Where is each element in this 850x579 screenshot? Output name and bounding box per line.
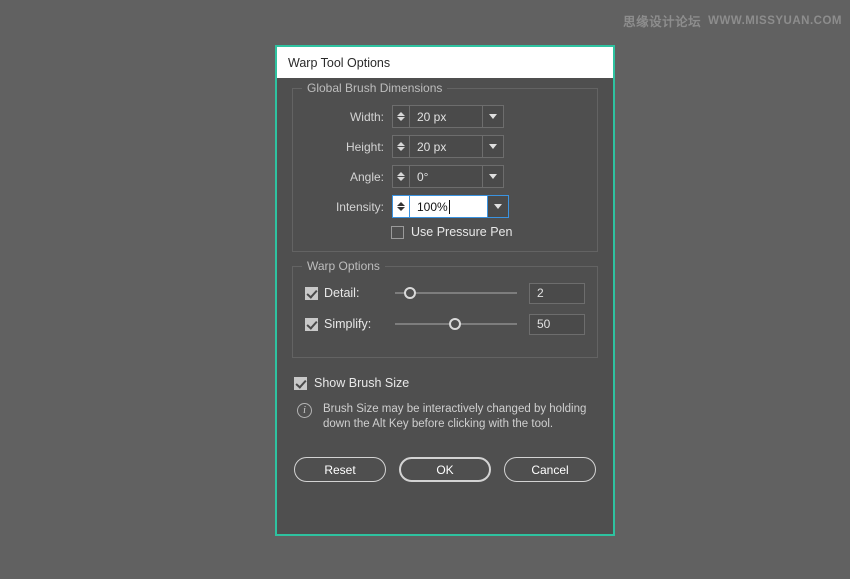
label-angle: Angle:: [349, 169, 384, 184]
checkbox-row-detail[interactable]: Detail:: [305, 286, 393, 300]
chevron-down-icon[interactable]: [489, 114, 497, 119]
checkbox-row-use-pressure-pen[interactable]: Use Pressure Pen: [391, 225, 585, 239]
ok-button[interactable]: OK: [399, 457, 491, 482]
spinner-height[interactable]: [392, 135, 409, 158]
input-height[interactable]: 20 px: [409, 135, 482, 158]
spinner-intensity[interactable]: [392, 195, 409, 218]
cancel-button[interactable]: Cancel: [504, 457, 596, 482]
info-icon: i: [297, 403, 312, 418]
chevron-down-icon[interactable]: [397, 177, 405, 181]
combo-intensity[interactable]: 100%: [392, 195, 509, 218]
checkbox-row-show-brush-size[interactable]: Show Brush Size: [294, 376, 596, 390]
input-width[interactable]: 20 px: [409, 105, 482, 128]
group-title-warp: Warp Options: [302, 259, 385, 273]
slider-detail[interactable]: [395, 284, 517, 302]
input-simplify-value[interactable]: 50: [529, 313, 585, 335]
group-title-brush: Global Brush Dimensions: [302, 81, 448, 95]
checkbox-row-simplify[interactable]: Simplify:: [305, 317, 393, 331]
checkbox-show-brush-size[interactable]: [294, 376, 307, 390]
slider-thumb-simplify[interactable]: [448, 318, 461, 330]
chevron-down-icon[interactable]: [489, 144, 497, 149]
checkbox-use-pressure-pen[interactable]: [391, 225, 404, 239]
field-row-height: Height: 20 px: [305, 135, 585, 158]
chevron-down-icon[interactable]: [494, 204, 502, 209]
dialog-button-bar: Reset OK Cancel: [292, 457, 598, 482]
info-message: i Brush Size may be interactively change…: [294, 402, 596, 432]
input-intensity[interactable]: 100%: [409, 195, 487, 218]
combo-angle[interactable]: 0°: [392, 165, 504, 188]
label-intensity: Intensity:: [335, 199, 384, 214]
section-show-brush-size: Show Brush Size i Brush Size may be inte…: [292, 372, 598, 432]
chevron-down-icon[interactable]: [397, 117, 405, 121]
spinner-width[interactable]: [392, 105, 409, 128]
label-simplify: Simplify:: [324, 317, 372, 331]
checkbox-simplify[interactable]: [305, 317, 318, 331]
watermark-chinese: 思缘设计论坛: [623, 15, 702, 29]
slider-thumb-detail[interactable]: [403, 287, 416, 299]
slider-row-simplify: Simplify: 50: [305, 313, 585, 335]
text-cursor: [448, 199, 450, 214]
watermark: 思缘设计论坛 WWW.MISSYUAN.COM: [623, 11, 842, 30]
dropdown-angle[interactable]: [482, 165, 504, 188]
chevron-up-icon[interactable]: [397, 172, 405, 176]
field-row-angle: Angle: 0°: [305, 165, 585, 188]
checkbox-detail[interactable]: [305, 286, 318, 300]
dialog-title: Warp Tool Options: [288, 55, 391, 70]
dialog-body: Global Brush Dimensions Width: 20 px Hei…: [277, 78, 613, 534]
label-show-brush-size: Show Brush Size: [314, 376, 410, 390]
label-height: Height:: [345, 139, 384, 154]
chevron-up-icon[interactable]: [397, 202, 405, 206]
label-use-pressure-pen: Use Pressure Pen: [411, 225, 513, 239]
group-global-brush-dimensions: Global Brush Dimensions Width: 20 px Hei…: [292, 81, 598, 252]
combo-height[interactable]: 20 px: [392, 135, 504, 158]
combo-width[interactable]: 20 px: [392, 105, 504, 128]
dialog-titlebar: Warp Tool Options: [277, 47, 613, 78]
chevron-up-icon[interactable]: [397, 142, 405, 146]
dropdown-width[interactable]: [482, 105, 504, 128]
slider-simplify[interactable]: [395, 315, 517, 333]
chevron-down-icon[interactable]: [489, 174, 497, 179]
input-angle[interactable]: 0°: [409, 165, 482, 188]
slider-row-detail: Detail: 2: [305, 282, 585, 304]
chevron-down-icon[interactable]: [397, 207, 405, 211]
dropdown-intensity[interactable]: [487, 195, 509, 218]
spinner-angle[interactable]: [392, 165, 409, 188]
watermark-url: WWW.MISSYUAN.COM: [708, 14, 842, 27]
field-row-width: Width: 20 px: [305, 105, 585, 128]
info-message-text: Brush Size may be interactively changed …: [323, 403, 587, 430]
warp-tool-options-dialog: Warp Tool Options Global Brush Dimension…: [275, 45, 615, 536]
reset-button[interactable]: Reset: [294, 457, 386, 482]
input-detail-value[interactable]: 2: [529, 282, 585, 304]
chevron-down-icon[interactable]: [397, 147, 405, 151]
label-width: Width:: [349, 109, 384, 124]
field-row-intensity: Intensity: 100%: [305, 195, 585, 218]
group-warp-options: Warp Options Detail: 2 Simplify: 50: [292, 259, 598, 358]
chevron-up-icon[interactable]: [397, 112, 405, 116]
dropdown-height[interactable]: [482, 135, 504, 158]
label-detail: Detail:: [324, 286, 360, 300]
input-intensity-text: 100%: [417, 199, 448, 214]
